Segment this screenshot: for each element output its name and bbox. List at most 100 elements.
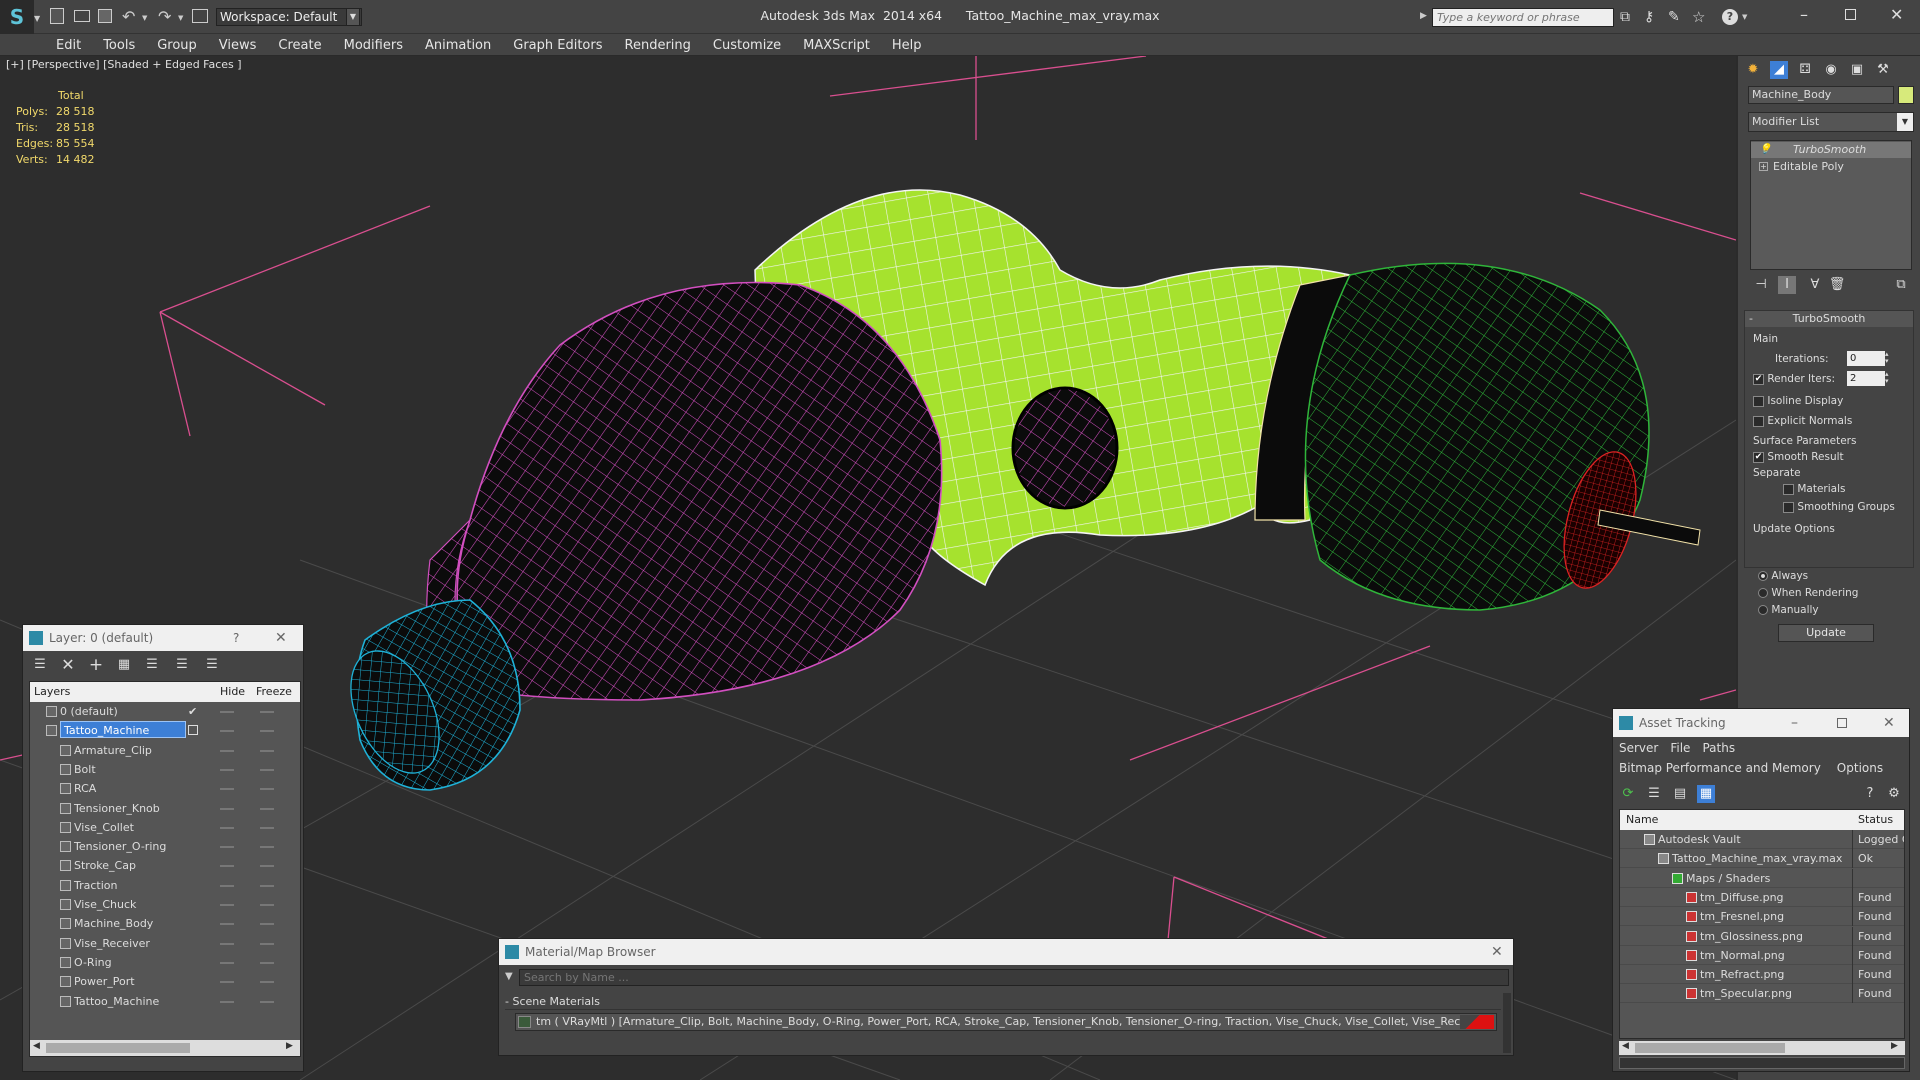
highlight-layer-icon[interactable]: ☰	[143, 656, 161, 674]
key-icon[interactable]: ⚷	[1644, 9, 1654, 25]
scroll-thumb[interactable]	[1635, 1043, 1785, 1053]
asset-row[interactable]: tm_Diffuse.png Found	[1620, 887, 1904, 907]
asset-row[interactable]: Autodesk Vault Logged C	[1620, 830, 1904, 849]
freeze-toggle[interactable]	[260, 923, 274, 926]
asset-menu-server[interactable]: Server	[1619, 741, 1658, 755]
select-objects-icon[interactable]: ▦	[115, 656, 133, 674]
col-layers[interactable]: Layers	[34, 682, 70, 702]
scroll-right-icon[interactable]: ▶	[286, 1041, 293, 1051]
help-icon[interactable]: ?	[1722, 9, 1738, 25]
asset-row[interactable]: tm_Refract.png Found	[1620, 965, 1904, 985]
isoline-checkbox[interactable]	[1753, 395, 1764, 407]
hide-toggle[interactable]	[220, 749, 234, 752]
delete-layer-icon[interactable]: ✕	[59, 656, 77, 674]
layer-object-row[interactable]: Tensioner_Knob	[30, 799, 300, 818]
iterations-spinner[interactable]: 0	[1847, 351, 1885, 366]
asset-row[interactable]: Tattoo_Machine_max_vray.max Ok	[1620, 849, 1904, 869]
asset-menu-paths[interactable]: Paths	[1702, 741, 1735, 755]
maximize-icon[interactable]	[1845, 9, 1856, 20]
col-name[interactable]: Name	[1626, 810, 1658, 830]
hide-toggle[interactable]	[220, 884, 234, 887]
menu-rendering[interactable]: Rendering	[614, 34, 702, 57]
freeze-toggle[interactable]	[260, 768, 274, 771]
app-menu-arrow-icon[interactable]: ▼	[34, 14, 40, 23]
render-iters-spinner[interactable]: 2	[1847, 371, 1885, 386]
layer-object-row[interactable]: RCA	[30, 779, 300, 798]
modifier-list-dropdown[interactable]: Modifier List ▼	[1748, 112, 1914, 132]
open-file-icon[interactable]	[74, 10, 90, 22]
freeze-toggle[interactable]	[260, 961, 274, 964]
freeze-toggle[interactable]	[260, 981, 274, 984]
scroll-thumb[interactable]	[46, 1043, 190, 1053]
isoline-display-row[interactable]: Isoline Display	[1753, 395, 1843, 407]
asset-options-icon[interactable]: ⚙	[1885, 785, 1903, 803]
expand-plus-icon[interactable]: +	[1759, 162, 1768, 171]
stack-item-turbosmooth[interactable]: 💡 TurboSmooth	[1751, 142, 1911, 158]
col-freeze[interactable]: Freeze	[256, 682, 292, 702]
smoothing-groups-row[interactable]: Smoothing Groups	[1783, 501, 1895, 513]
hide-toggle[interactable]	[220, 865, 234, 868]
save-file-icon[interactable]	[98, 9, 112, 23]
asset-status-field[interactable]	[1619, 1057, 1905, 1069]
viewport-label[interactable]: [+] [Perspective] [Shaded + Edged Faces …	[6, 58, 242, 71]
smoothing-groups-checkbox[interactable]	[1783, 501, 1794, 513]
hide-all-layers-icon[interactable]: ☰	[173, 656, 191, 674]
smooth-result-checkbox[interactable]: ✔	[1753, 451, 1764, 463]
detail-view-icon[interactable]: ▤	[1671, 785, 1689, 803]
modify-tab-icon[interactable]: ◢	[1770, 61, 1788, 79]
layer-object-row[interactable]: Stroke_Cap	[30, 856, 300, 875]
asset-tracking-titlebar[interactable]: Asset Tracking – ✕	[1613, 709, 1909, 737]
asset-menu-bitmap-performance[interactable]: Bitmap Performance and Memory	[1619, 761, 1821, 775]
smooth-result-row[interactable]: ✔ Smooth Result	[1753, 451, 1844, 463]
object-color-swatch[interactable]	[1898, 86, 1914, 104]
hide-toggle[interactable]	[220, 788, 234, 791]
new-layer-icon[interactable]: ☰	[31, 656, 49, 674]
layer-object-row[interactable]: Bolt	[30, 760, 300, 779]
favorites-star-icon[interactable]: ☆	[1692, 8, 1705, 26]
hide-toggle[interactable]	[220, 923, 234, 926]
asset-row[interactable]: tm_Specular.png Found	[1620, 984, 1904, 1004]
scroll-right-icon[interactable]: ▶	[1891, 1041, 1898, 1051]
layer-close-icon[interactable]: ✕	[275, 625, 287, 651]
hide-toggle[interactable]	[220, 981, 234, 984]
redo-icon[interactable]: ↷	[158, 7, 171, 26]
new-file-icon[interactable]	[50, 8, 64, 24]
refresh-icon[interactable]: ⟳	[1619, 785, 1637, 803]
current-layer-check-icon[interactable]: ✔	[188, 702, 197, 721]
minimize-icon[interactable]: –	[1800, 5, 1808, 24]
material-search-input[interactable]	[519, 969, 1509, 986]
table-view-icon[interactable]: ▦	[1697, 785, 1715, 803]
add-to-layer-icon[interactable]: +	[87, 656, 105, 674]
utilities-tab-icon[interactable]: ⚒	[1874, 61, 1892, 79]
hide-toggle[interactable]	[220, 730, 234, 733]
col-status[interactable]: Status	[1858, 810, 1893, 830]
col-hide[interactable]: Hide	[220, 682, 245, 702]
asset-row[interactable]: Maps / Shaders	[1620, 868, 1904, 888]
update-button[interactable]: Update	[1778, 624, 1874, 642]
freeze-toggle[interactable]	[260, 749, 274, 752]
menu-create[interactable]: Create	[267, 34, 332, 57]
layer-object-row[interactable]: Vise_Chuck	[30, 895, 300, 914]
layer-object-row[interactable]: O-Ring	[30, 953, 300, 972]
search-arrow-icon[interactable]: ▶	[1420, 11, 1427, 21]
scene-materials-group[interactable]: - Scene Materials	[505, 993, 1501, 1010]
freeze-toggle[interactable]	[260, 711, 274, 713]
asset-menu-file[interactable]: File	[1670, 741, 1690, 755]
menu-group[interactable]: Group	[146, 34, 208, 57]
asset-maximize-icon[interactable]	[1837, 718, 1847, 728]
layer-row-active[interactable]: Tattoo_Machine	[30, 721, 300, 740]
menu-help[interactable]: Help	[881, 34, 933, 57]
search-input[interactable]	[1432, 8, 1614, 27]
communication-icon[interactable]: ✎	[1668, 9, 1680, 25]
freeze-toggle[interactable]	[260, 884, 274, 887]
layer-object-row[interactable]: Machine_Body	[30, 914, 300, 933]
layer-row-default[interactable]: 0 (default) ✔	[30, 702, 300, 721]
remove-modifier-icon[interactable]: 🗑	[1828, 276, 1846, 294]
hide-toggle[interactable]	[220, 711, 234, 713]
freeze-toggle[interactable]	[260, 846, 274, 849]
redo-dropdown-icon[interactable]: ▼	[178, 14, 183, 22]
binoculars-icon[interactable]: ⧉	[1620, 9, 1630, 25]
explicit-normals-checkbox[interactable]	[1753, 415, 1764, 427]
hold-icon[interactable]	[192, 9, 208, 23]
scroll-left-icon[interactable]: ◀	[1622, 1041, 1629, 1051]
